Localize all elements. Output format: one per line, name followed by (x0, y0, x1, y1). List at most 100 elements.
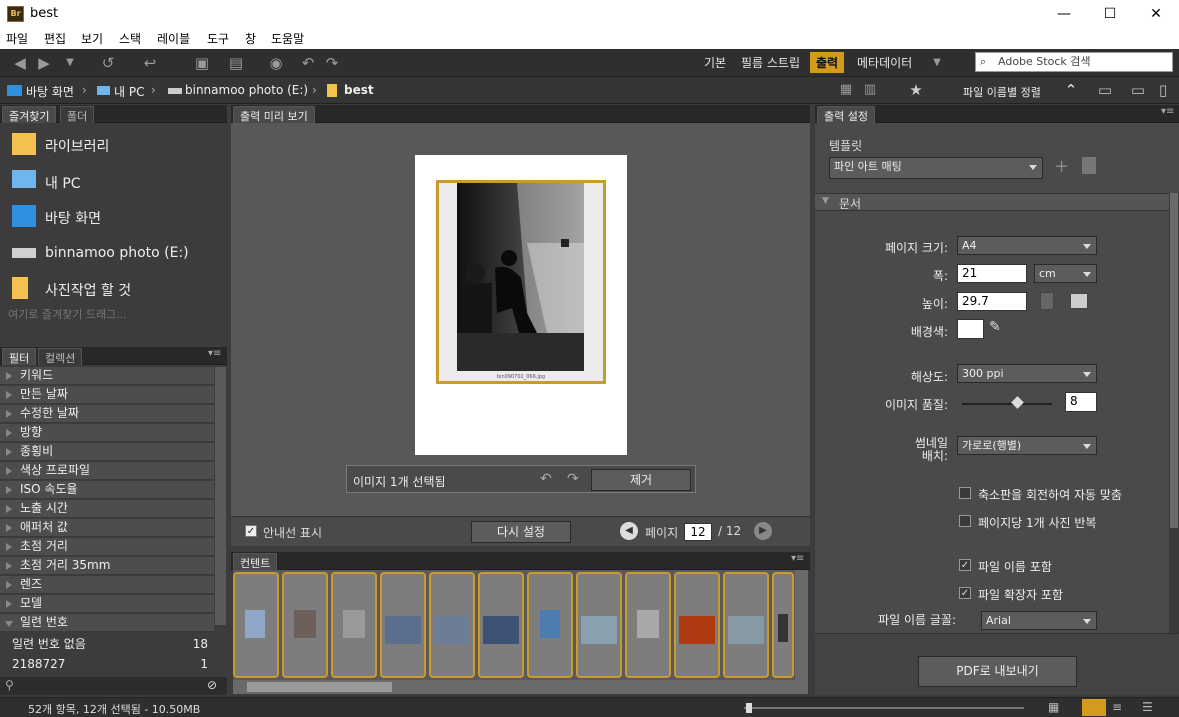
filter-lens[interactable]: 렌즈 (0, 576, 214, 594)
filename-font-dropdown[interactable]: Arial (981, 611, 1097, 630)
panel-menu-icon[interactable]: ▾≡ (791, 553, 804, 564)
width-input[interactable]: 21 (957, 264, 1027, 283)
thumbnail-layout-dropdown[interactable]: 가로로(행별) (957, 436, 1097, 455)
stock-search-input[interactable]: Adobe Stock 검색 (975, 52, 1173, 72)
portrait-orientation-icon[interactable] (1040, 292, 1054, 310)
menu-label[interactable]: 레이블 (157, 30, 190, 47)
workspace-output[interactable]: 출력 (810, 52, 845, 73)
history-dropdown-icon[interactable]: ▼ (60, 54, 80, 72)
thumbnail[interactable] (772, 572, 794, 678)
filter-aspect-ratio[interactable]: 종횡비 (0, 443, 214, 461)
tab-output-preview[interactable]: 출력 미리 보기 (233, 106, 315, 123)
pin-icon[interactable]: ⚲ (5, 678, 14, 692)
scroll-thumb[interactable] (1170, 193, 1178, 528)
forward-arrow-icon[interactable]: ▶ (34, 54, 54, 72)
filter-serial[interactable]: 일련 번호 (0, 614, 214, 632)
include-extension-checkbox[interactable]: ✓ (959, 587, 971, 599)
workspace-filmstrip[interactable]: 필름 스트립 (741, 54, 800, 71)
filter-keywords[interactable]: 키워드 (0, 367, 214, 385)
menu-window[interactable]: 창 (245, 30, 256, 47)
filter-orientation[interactable]: 방향 (0, 424, 214, 442)
show-guides-checkbox[interactable]: ✓ (245, 525, 257, 537)
detail-view-icon[interactable]: ≡ (1112, 700, 1122, 714)
breadcrumb-pc[interactable]: 내 PC (114, 83, 144, 100)
thumbnail-quality-icon[interactable]: ▦ (836, 81, 856, 99)
clear-filter-icon[interactable]: ⊘ (207, 678, 217, 692)
resolution-dropdown[interactable]: 300 ppi (957, 364, 1097, 383)
workspace-menu-icon[interactable]: ▼ (927, 54, 947, 72)
landscape-orientation-icon[interactable] (1070, 293, 1088, 309)
menu-file[interactable]: 파일 (6, 30, 28, 47)
export-pdf-button[interactable]: PDF로 내보내기 (918, 656, 1077, 687)
filter-exposure[interactable]: 노출 시간 (0, 500, 214, 518)
filter-scrollbar[interactable] (215, 367, 226, 625)
new-folder-icon[interactable]: ▭ (1128, 81, 1148, 99)
grid-view-icon[interactable]: ▦ (1048, 700, 1059, 714)
thumbnail[interactable] (331, 572, 377, 678)
sort-dropdown[interactable]: 파일 이름별 정렬 (963, 84, 1041, 100)
thumbnail[interactable] (625, 572, 671, 678)
filter-sub-item[interactable]: 일련 번호 없음 18 (0, 634, 214, 654)
tab-filter[interactable]: 필터 (2, 348, 37, 365)
prev-page-icon[interactable]: ◀ (620, 522, 638, 540)
favorite-pc[interactable]: 내 PC (0, 166, 227, 198)
image-quality-input[interactable]: 8 (1065, 392, 1097, 412)
open-folder-icon[interactable]: ▭ (1095, 81, 1115, 99)
breadcrumb-drive[interactable]: binnamoo photo (E:) (185, 83, 308, 97)
return-icon[interactable]: ↩ (140, 54, 160, 72)
rotate-left-icon[interactable]: ↶ (540, 471, 552, 487)
menu-view[interactable]: 보기 (81, 30, 103, 47)
scroll-thumb[interactable] (247, 682, 392, 692)
tab-content[interactable]: 컨텐트 (233, 553, 278, 570)
favorite-drive[interactable]: binnamoo photo (E:) (0, 238, 227, 270)
panel-menu-icon[interactable]: ▾≡ (208, 348, 221, 359)
boomerang-icon[interactable]: ↺ (98, 54, 118, 72)
add-template-icon[interactable]: + (1054, 156, 1069, 177)
tab-output-settings[interactable]: 출력 설정 (817, 106, 875, 123)
trash-icon[interactable] (1082, 157, 1096, 174)
favorite-work-folder[interactable]: 사진작업 할 것 (0, 273, 227, 305)
breadcrumb-current[interactable]: best (344, 83, 374, 97)
filter-iso[interactable]: ISO 속도율 (0, 481, 214, 499)
template-dropdown[interactable]: 파인 아트 매팅 (829, 157, 1043, 179)
filter-aperture[interactable]: 애퍼처 값 (0, 519, 214, 537)
panel-menu-icon[interactable]: ▾≡ (1161, 106, 1174, 117)
settings-scrollbar[interactable] (1169, 193, 1179, 633)
thumbnail[interactable] (429, 572, 475, 678)
page-size-dropdown[interactable]: A4 (957, 236, 1097, 255)
open-recent-icon[interactable]: ◉ (266, 54, 286, 72)
next-page-icon[interactable]: ▶ (754, 522, 772, 540)
thumbnail-size-slider[interactable] (744, 707, 1024, 709)
filter-model[interactable]: 모델 (0, 595, 214, 613)
thumbnail-size-thumb[interactable] (746, 703, 752, 713)
filter-date-created[interactable]: 만든 날짜 (0, 386, 214, 404)
include-filename-checkbox[interactable]: ✓ (959, 559, 971, 571)
reset-button[interactable]: 다시 설정 (471, 521, 571, 543)
favorite-library[interactable]: 라이브러리 (0, 129, 227, 161)
remove-button[interactable]: 제거 (591, 469, 691, 491)
close-button[interactable]: ✕ (1133, 0, 1179, 28)
preview-photo[interactable] (457, 183, 584, 371)
star-icon[interactable]: ★ (906, 81, 926, 99)
list-view-icon[interactable]: ☰ (1142, 700, 1153, 714)
filter-focal-35mm[interactable]: 초점 거리 35mm (0, 557, 214, 575)
thumbnail[interactable] (282, 572, 328, 678)
workspace-basic[interactable]: 기본 (704, 54, 726, 71)
page-number-input[interactable]: 12 (684, 523, 712, 541)
content-vertical-scrollbar[interactable] (795, 570, 808, 694)
thumbnail[interactable] (723, 572, 769, 678)
height-input[interactable]: 29.7 (957, 292, 1027, 311)
thumbnail[interactable] (233, 572, 279, 678)
thumbnail[interactable] (478, 572, 524, 678)
trash-icon[interactable]: ▯ (1153, 81, 1173, 99)
thumbnail[interactable] (576, 572, 622, 678)
background-color-swatch[interactable] (957, 319, 984, 339)
unit-dropdown[interactable]: cm (1034, 264, 1097, 283)
auto-rotate-checkbox[interactable] (959, 487, 971, 499)
breadcrumb-desktop[interactable]: 바탕 화면 (26, 83, 74, 100)
workspace-metadata[interactable]: 메타데이터 (857, 54, 912, 71)
eyedropper-icon[interactable]: ✎ (989, 319, 1001, 335)
menu-edit[interactable]: 편집 (44, 30, 66, 47)
filter-focal-length[interactable]: 초점 거리 (0, 538, 214, 556)
rotate-left-icon[interactable]: ↶ (298, 54, 318, 72)
